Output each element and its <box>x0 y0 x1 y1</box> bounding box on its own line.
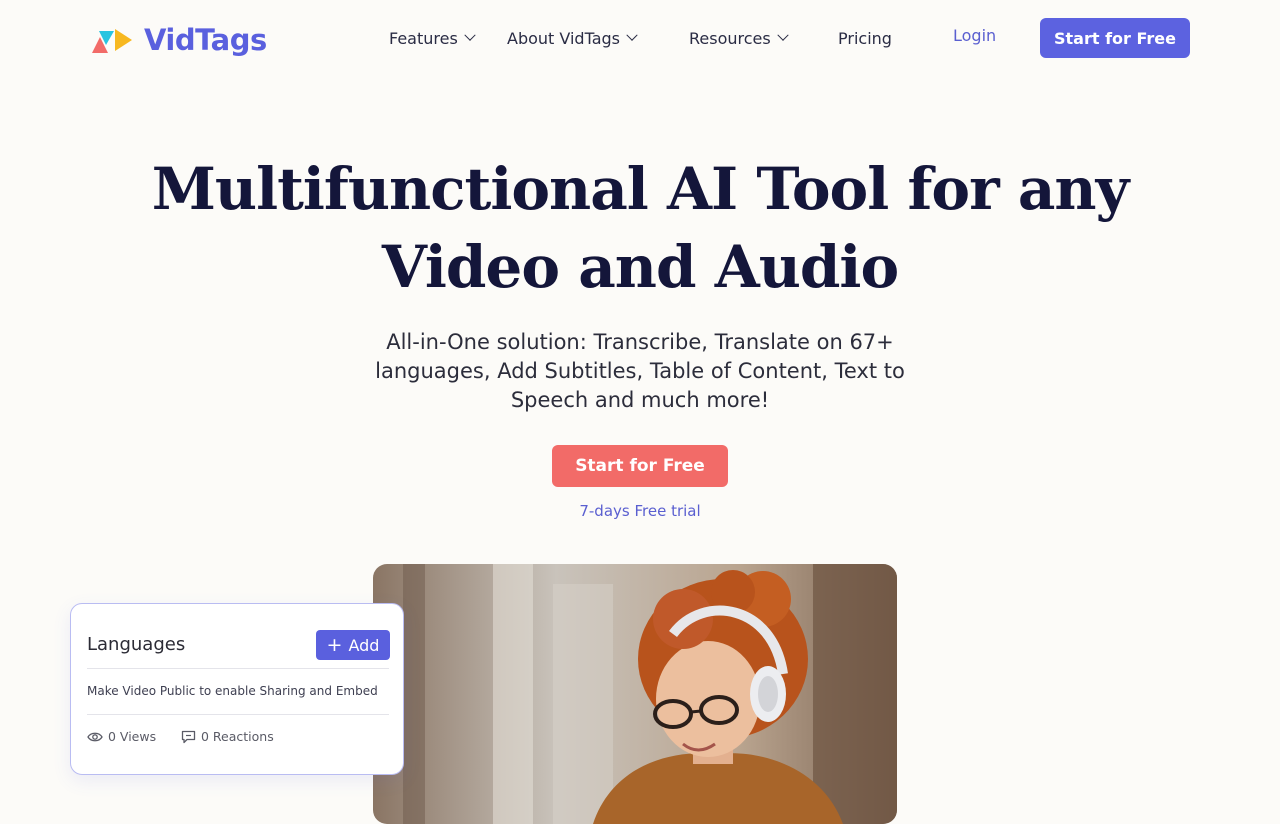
nav-about[interactable]: About VidTags <box>507 26 638 50</box>
chevron-down-icon <box>626 29 638 41</box>
hero-title: Multifunctional AI Tool for any Video an… <box>151 155 1130 301</box>
plus-icon: + <box>326 633 343 656</box>
languages-title: Languages <box>87 634 186 655</box>
hero-start-free-button[interactable]: Start for Free <box>552 445 728 487</box>
login-link[interactable]: Login <box>953 26 996 45</box>
nav-features[interactable]: Features <box>389 26 476 50</box>
languages-card: Languages + Add Make Video Public to ena… <box>70 603 404 775</box>
brand-name: VidTags <box>144 23 267 57</box>
eye-icon <box>87 732 103 741</box>
nav-resources-label: Resources <box>689 28 771 48</box>
reactions-count: 0 Reactions <box>201 729 274 744</box>
chevron-down-icon <box>777 29 789 41</box>
divider <box>87 714 389 715</box>
nav-pricing[interactable]: Pricing <box>838 26 892 50</box>
logo-triangles-icon <box>92 29 132 53</box>
hero-subtitle: All-in-One solution: Transcribe, Transla… <box>375 330 905 412</box>
nav-features-label: Features <box>389 28 458 48</box>
views-count: 0 Views <box>108 729 157 744</box>
divider <box>87 668 389 669</box>
add-language-label: Add <box>348 635 380 655</box>
nav-resources[interactable]: Resources <box>689 26 789 50</box>
brand-logo[interactable]: VidTags <box>90 22 267 58</box>
nav-about-label: About VidTags <box>507 28 621 48</box>
comment-icon <box>181 730 196 743</box>
chevron-down-icon <box>464 29 476 41</box>
hero-photo <box>373 564 897 824</box>
views-stat: 0 Views <box>87 729 156 744</box>
header-start-free-button[interactable]: Start for Free <box>1040 18 1190 58</box>
sharing-notice: Make Video Public to enable Sharing and … <box>87 684 378 698</box>
reactions-stat: 0 Reactions <box>181 729 274 744</box>
trial-note: 7-days Free trial <box>579 502 701 520</box>
nav-pricing-label: Pricing <box>838 28 892 48</box>
add-language-button[interactable]: + Add <box>316 630 390 660</box>
